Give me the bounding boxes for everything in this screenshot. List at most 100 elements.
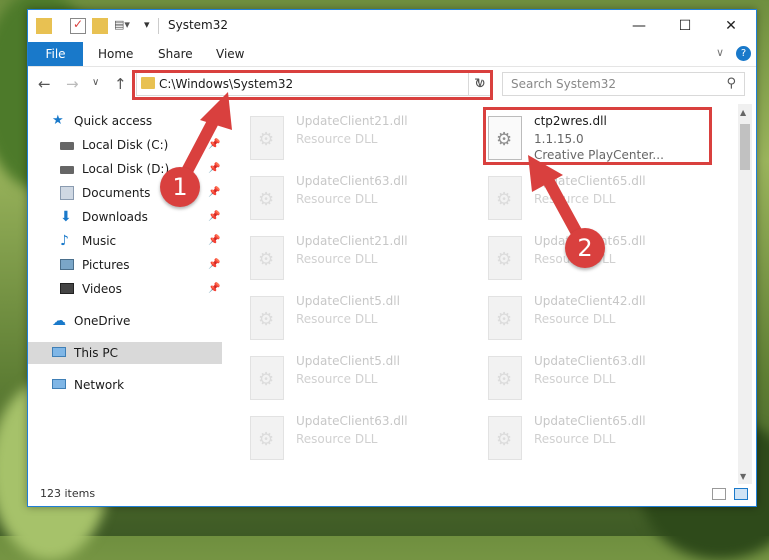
videos-icon: [60, 283, 74, 294]
file-item[interactable]: UpdateClient5.dll Resource DLL: [250, 292, 480, 344]
sidebar-item-label: Documents: [82, 186, 151, 200]
file-item[interactable]: UpdateClient65.dll Resource DLL: [488, 412, 718, 464]
file-type: Resource DLL: [296, 132, 378, 146]
dll-file-icon: [250, 236, 284, 280]
window-title: System32: [168, 18, 229, 32]
address-path: C:\Windows\System32: [159, 77, 294, 91]
file-item[interactable]: UpdateClient21.dll Resource DLL: [250, 232, 480, 284]
search-icon: ⚲: [726, 76, 736, 91]
search-input[interactable]: Search System32 ⚲: [502, 72, 745, 96]
close-button[interactable]: ✕: [708, 10, 754, 42]
forward-arrow-icon[interactable]: →: [66, 75, 79, 93]
scrollbar-thumb[interactable]: [740, 124, 750, 170]
properties-icon[interactable]: ✓: [70, 17, 86, 34]
explorer-window: ✓ ▤▾ ▾ System32 — ☐ ✕ File Home Share Vi…: [27, 9, 757, 507]
pin-icon: 📌: [208, 283, 221, 294]
sidebar-item-network[interactable]: Network: [28, 374, 222, 396]
music-icon: ♪: [60, 233, 69, 249]
file-name: UpdateClient65.dll: [534, 414, 646, 428]
sidebar-item-label: Local Disk (C:): [82, 138, 169, 152]
address-bar[interactable]: C:\Windows\System32 ∨: [136, 72, 491, 96]
file-company: Creative PlayCenter...: [534, 148, 664, 162]
recent-dropdown-icon[interactable]: ∨: [92, 77, 99, 88]
file-name: UpdateClient63.dll: [296, 174, 408, 188]
pin-icon: 📌: [208, 235, 221, 246]
sidebar-item-quick-access[interactable]: ★ Quick access: [28, 110, 222, 132]
minimize-button[interactable]: —: [616, 10, 662, 42]
drive-icon: [60, 142, 74, 150]
item-count: 123 items: [40, 487, 96, 500]
file-type: Resource DLL: [296, 252, 378, 266]
sidebar-item-label: This PC: [74, 346, 118, 360]
file-name: UpdateClient21.dll: [296, 234, 408, 248]
title-separator: [158, 18, 159, 34]
file-item[interactable]: UpdateClient65.dll Resource DLL: [488, 172, 718, 224]
refresh-icon[interactable]: ↻: [468, 72, 491, 96]
file-name: ctp2wres.dll: [534, 114, 607, 128]
pin-icon: 📌: [208, 259, 221, 270]
sidebar-item-label: OneDrive: [74, 314, 131, 328]
tab-file[interactable]: File: [28, 42, 83, 66]
status-bar: 123 items: [28, 484, 756, 506]
file-item[interactable]: UpdateClient63.dll Resource DLL: [250, 172, 480, 224]
sidebar-item-videos[interactable]: Videos 📌: [28, 278, 222, 300]
help-icon[interactable]: ?: [736, 46, 751, 61]
ribbon-expand-icon[interactable]: ∨: [716, 46, 724, 59]
sidebar-item-label: Pictures: [82, 258, 130, 272]
tab-share[interactable]: Share: [158, 42, 193, 66]
navigation-pane: ★ Quick access Local Disk (C:) 📌 Local D…: [28, 104, 222, 484]
file-name: UpdateClient63.dll: [296, 414, 408, 428]
dll-file-icon: [488, 416, 522, 460]
sidebar-item-local-disk-c[interactable]: Local Disk (C:) 📌: [28, 134, 222, 156]
file-item[interactable]: UpdateClient21.dll Resource DLL: [250, 112, 480, 164]
file-type: Resource DLL: [534, 192, 616, 206]
sidebar-item-downloads[interactable]: ⬇ Downloads 📌: [28, 206, 222, 228]
pin-icon: 📌: [208, 139, 221, 150]
step-1-badge: 1: [160, 167, 200, 207]
file-item-ctp2wres[interactable]: ctp2wres.dll 1.1.15.0 Creative PlayCente…: [488, 112, 718, 164]
details-view-icon[interactable]: [712, 488, 726, 500]
pictures-icon: [60, 259, 74, 270]
documents-icon: [60, 186, 74, 200]
drive-icon: [60, 166, 74, 174]
vertical-scrollbar[interactable]: ▲ ▼: [738, 104, 752, 484]
file-name: UpdateClient65.dll: [534, 174, 646, 188]
dll-file-icon: [250, 176, 284, 220]
sidebar-item-onedrive[interactable]: ☁ OneDrive: [28, 310, 222, 332]
sidebar-item-this-pc[interactable]: This PC: [28, 342, 222, 364]
maximize-button[interactable]: ☐: [662, 10, 708, 42]
folder-icon: [36, 18, 52, 34]
title-bar: ✓ ▤▾ ▾ System32 — ☐ ✕: [28, 10, 756, 42]
up-arrow-icon[interactable]: ↑: [114, 75, 127, 93]
file-item[interactable]: UpdateClient5.dll Resource DLL: [250, 352, 480, 404]
scroll-down-icon[interactable]: ▼: [740, 472, 746, 481]
large-icons-view-icon[interactable]: [734, 488, 748, 500]
dll-file-icon: [488, 116, 522, 160]
scroll-up-icon[interactable]: ▲: [740, 108, 746, 117]
computer-icon: [52, 347, 66, 357]
file-version: 1.1.15.0: [534, 132, 584, 146]
dll-file-icon: [250, 356, 284, 400]
sidebar-item-pictures[interactable]: Pictures 📌: [28, 254, 222, 276]
tab-home[interactable]: Home: [98, 42, 133, 66]
dll-file-icon: [488, 236, 522, 280]
sidebar-item-label: Network: [74, 378, 125, 392]
file-type: Resource DLL: [534, 312, 616, 326]
pin-icon: 📌: [208, 187, 221, 198]
dll-file-icon: [250, 116, 284, 160]
pin-icon: 📌: [208, 211, 221, 222]
file-name: UpdateClient42.dll: [534, 294, 646, 308]
quick-access-customize-icon[interactable]: ▤▾: [114, 18, 130, 34]
sidebar-item-label: Quick access: [74, 114, 153, 128]
file-item[interactable]: UpdateClient42.dll Resource DLL: [488, 292, 718, 344]
tab-view[interactable]: View: [216, 42, 244, 66]
new-folder-icon[interactable]: [92, 18, 108, 34]
sidebar-item-label: Downloads: [82, 210, 148, 224]
sidebar-item-music[interactable]: ♪ Music 📌: [28, 230, 222, 252]
file-item[interactable]: UpdateClient63.dll Resource DLL: [250, 412, 480, 464]
search-placeholder: Search System32: [511, 77, 617, 91]
back-arrow-icon[interactable]: ←: [38, 75, 51, 93]
file-type: Resource DLL: [534, 372, 616, 386]
file-item[interactable]: UpdateClient63.dll Resource DLL: [488, 352, 718, 404]
sidebar-item-label: Videos: [82, 282, 122, 296]
